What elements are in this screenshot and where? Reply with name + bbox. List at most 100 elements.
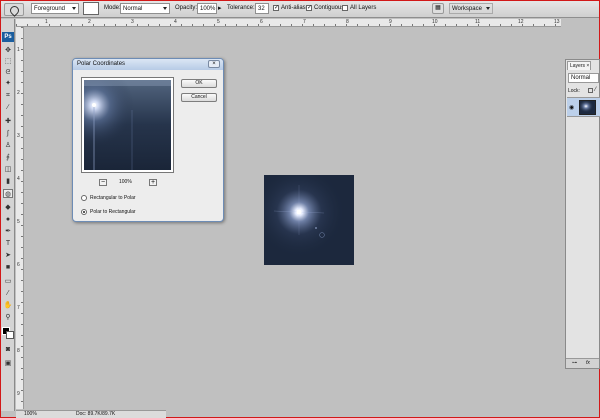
blur-icon[interactable]: ◆ [3, 203, 13, 212]
zoom-in-button[interactable]: + [149, 179, 157, 186]
zoom-level: 100% [119, 179, 132, 185]
mode-value: Normal [123, 6, 143, 12]
dialog-title: Polar Coordinates [73, 59, 223, 70]
all-layers-checkbox[interactable] [342, 5, 348, 11]
fx-icon[interactable]: fx [586, 360, 590, 366]
ruler-number: 9 [389, 19, 392, 25]
lasso-icon[interactable]: ᘓ [3, 68, 13, 77]
ruler-number: 7 [303, 19, 306, 25]
layers-footer: ⊶ fx [566, 358, 599, 368]
all-layers-label: All Layers [350, 5, 377, 11]
close-icon[interactable]: × [208, 60, 220, 68]
path-select-icon[interactable]: ➤ [3, 251, 13, 260]
opacity-arrow-icon[interactable]: ▸ [218, 3, 222, 14]
gradient-icon[interactable]: ▮ [3, 177, 13, 186]
paint-bucket-tool-icon[interactable]: ◍ [3, 189, 13, 198]
zoom-icon[interactable]: ⚲ [3, 313, 13, 322]
history-brush-icon[interactable]: ∮ [3, 153, 13, 162]
ruler-number: 4 [17, 176, 20, 182]
ruler-left: 1 2 3 4 5 6 7 8 9 [16, 27, 24, 409]
pattern-swatch[interactable] [83, 2, 99, 15]
layers-panel: Layers × Normal Lock: ⁄ ◉ ⊶ fx [565, 59, 600, 369]
status-zoom: 100% [24, 411, 37, 417]
ok-button[interactable]: OK [181, 79, 217, 88]
ruler-number: 12 [518, 19, 524, 25]
link-layers-icon[interactable]: ⊶ [572, 360, 577, 366]
option-rect-to-polar[interactable]: Rectangular to Polar [81, 195, 136, 201]
layers-tab[interactable]: Layers × [567, 61, 591, 70]
layer-thumbnail [579, 100, 596, 115]
tolerance-input[interactable]: 32 [255, 3, 269, 14]
mode-dropdown[interactable]: Normal [120, 3, 170, 14]
contiguous-checkbox[interactable] [306, 3, 312, 14]
tolerance-value: 32 [258, 6, 265, 12]
screen-mode-icon[interactable]: ▣ [3, 359, 13, 368]
stamp-icon[interactable]: ♙ [3, 141, 13, 150]
preview-frame [81, 77, 174, 173]
opacity-input[interactable]: 100% [197, 3, 217, 14]
antialias-checkbox[interactable] [273, 3, 279, 14]
contiguous-option[interactable]: Contiguous [306, 3, 344, 14]
marquee-icon[interactable]: ⬚ [3, 57, 13, 66]
blend-mode-dropdown[interactable]: Normal [568, 73, 599, 83]
hand-icon[interactable]: ✋ [3, 301, 13, 310]
shape-icon[interactable]: ■ [3, 263, 13, 272]
eyedropper-icon[interactable]: ⁄ [3, 289, 13, 298]
ruler-number: 7 [17, 305, 20, 311]
ruler-number: 2 [88, 19, 91, 25]
canvas-image[interactable] [264, 175, 354, 265]
mode-label: Mode: [104, 5, 121, 11]
tool-preset-icon[interactable]: ▦ [432, 3, 444, 14]
lock-pixels-icon[interactable]: ⁄ [595, 87, 596, 93]
crop-icon[interactable]: ⌗ [3, 91, 13, 100]
filter-preview[interactable] [84, 80, 171, 170]
eraser-icon[interactable]: ◫ [3, 165, 13, 174]
preset-dropdown[interactable]: Foreground [31, 3, 79, 14]
ruler-number: 6 [260, 19, 263, 25]
tolerance-label: Tolerance: [227, 5, 255, 11]
dodge-icon[interactable]: ● [3, 215, 13, 224]
lock-label: Lock: [568, 88, 580, 94]
eye-icon[interactable]: ◉ [569, 104, 574, 111]
ruler-number: 8 [346, 19, 349, 25]
layer-row[interactable]: ◉ [567, 97, 600, 117]
opacity-value: 100% [200, 6, 216, 12]
quick-mask-icon[interactable]: ◙ [3, 345, 13, 354]
polar-to-rect-radio[interactable] [81, 209, 87, 215]
type-icon[interactable]: T [3, 239, 13, 248]
move-icon[interactable]: ✥ [3, 46, 13, 55]
paint-bucket-icon[interactable] [4, 3, 24, 16]
slice-icon[interactable]: ∕ [3, 103, 13, 112]
status-doc-info: Doc: 89.7K/89.7K [76, 411, 116, 417]
cancel-button[interactable]: Cancel [181, 93, 217, 102]
workspace-dropdown[interactable]: Workspace [449, 3, 493, 14]
ruler-number: 11 [475, 19, 481, 25]
ps-logo: Ps [2, 32, 14, 42]
magic-wand-icon[interactable]: ✦ [3, 79, 13, 88]
thumbnail-image [580, 101, 595, 114]
options-bar: Foreground Mode: Normal Opacity: 100% ▸ … [1, 1, 599, 18]
rect-to-polar-radio[interactable] [81, 195, 87, 201]
option-polar-to-rect[interactable]: Polar to Rectangular [81, 209, 136, 215]
ruler-number: 6 [17, 262, 20, 268]
pen-icon[interactable]: ✒ [3, 227, 13, 236]
zoom-out-button[interactable]: − [99, 179, 107, 186]
close-tab-icon[interactable]: × [586, 63, 589, 69]
background-color[interactable] [6, 331, 14, 339]
ruler-number: 1 [45, 19, 48, 25]
notes-icon[interactable]: ▭ [3, 277, 13, 286]
antialias-label: Anti-alias [281, 5, 306, 11]
brush-icon[interactable]: ∫ [3, 129, 13, 138]
healing-icon[interactable]: ✚ [3, 117, 13, 126]
lock-transparency-icon[interactable] [588, 88, 593, 93]
lens-flare-image [264, 175, 354, 265]
all-layers-option[interactable]: All Layers [342, 3, 376, 14]
antialias-option[interactable]: Anti-alias [273, 3, 306, 14]
ruler-number: 1 [17, 47, 20, 53]
ruler-number: 4 [174, 19, 177, 25]
ruler-number: 5 [217, 19, 220, 25]
polar-coordinates-dialog: Polar Coordinates × OK Cancel − 100% + R… [72, 58, 224, 222]
ruler-number: 2 [17, 90, 20, 96]
contiguous-label: Contiguous [314, 5, 345, 11]
ruler-number: 3 [131, 19, 134, 25]
